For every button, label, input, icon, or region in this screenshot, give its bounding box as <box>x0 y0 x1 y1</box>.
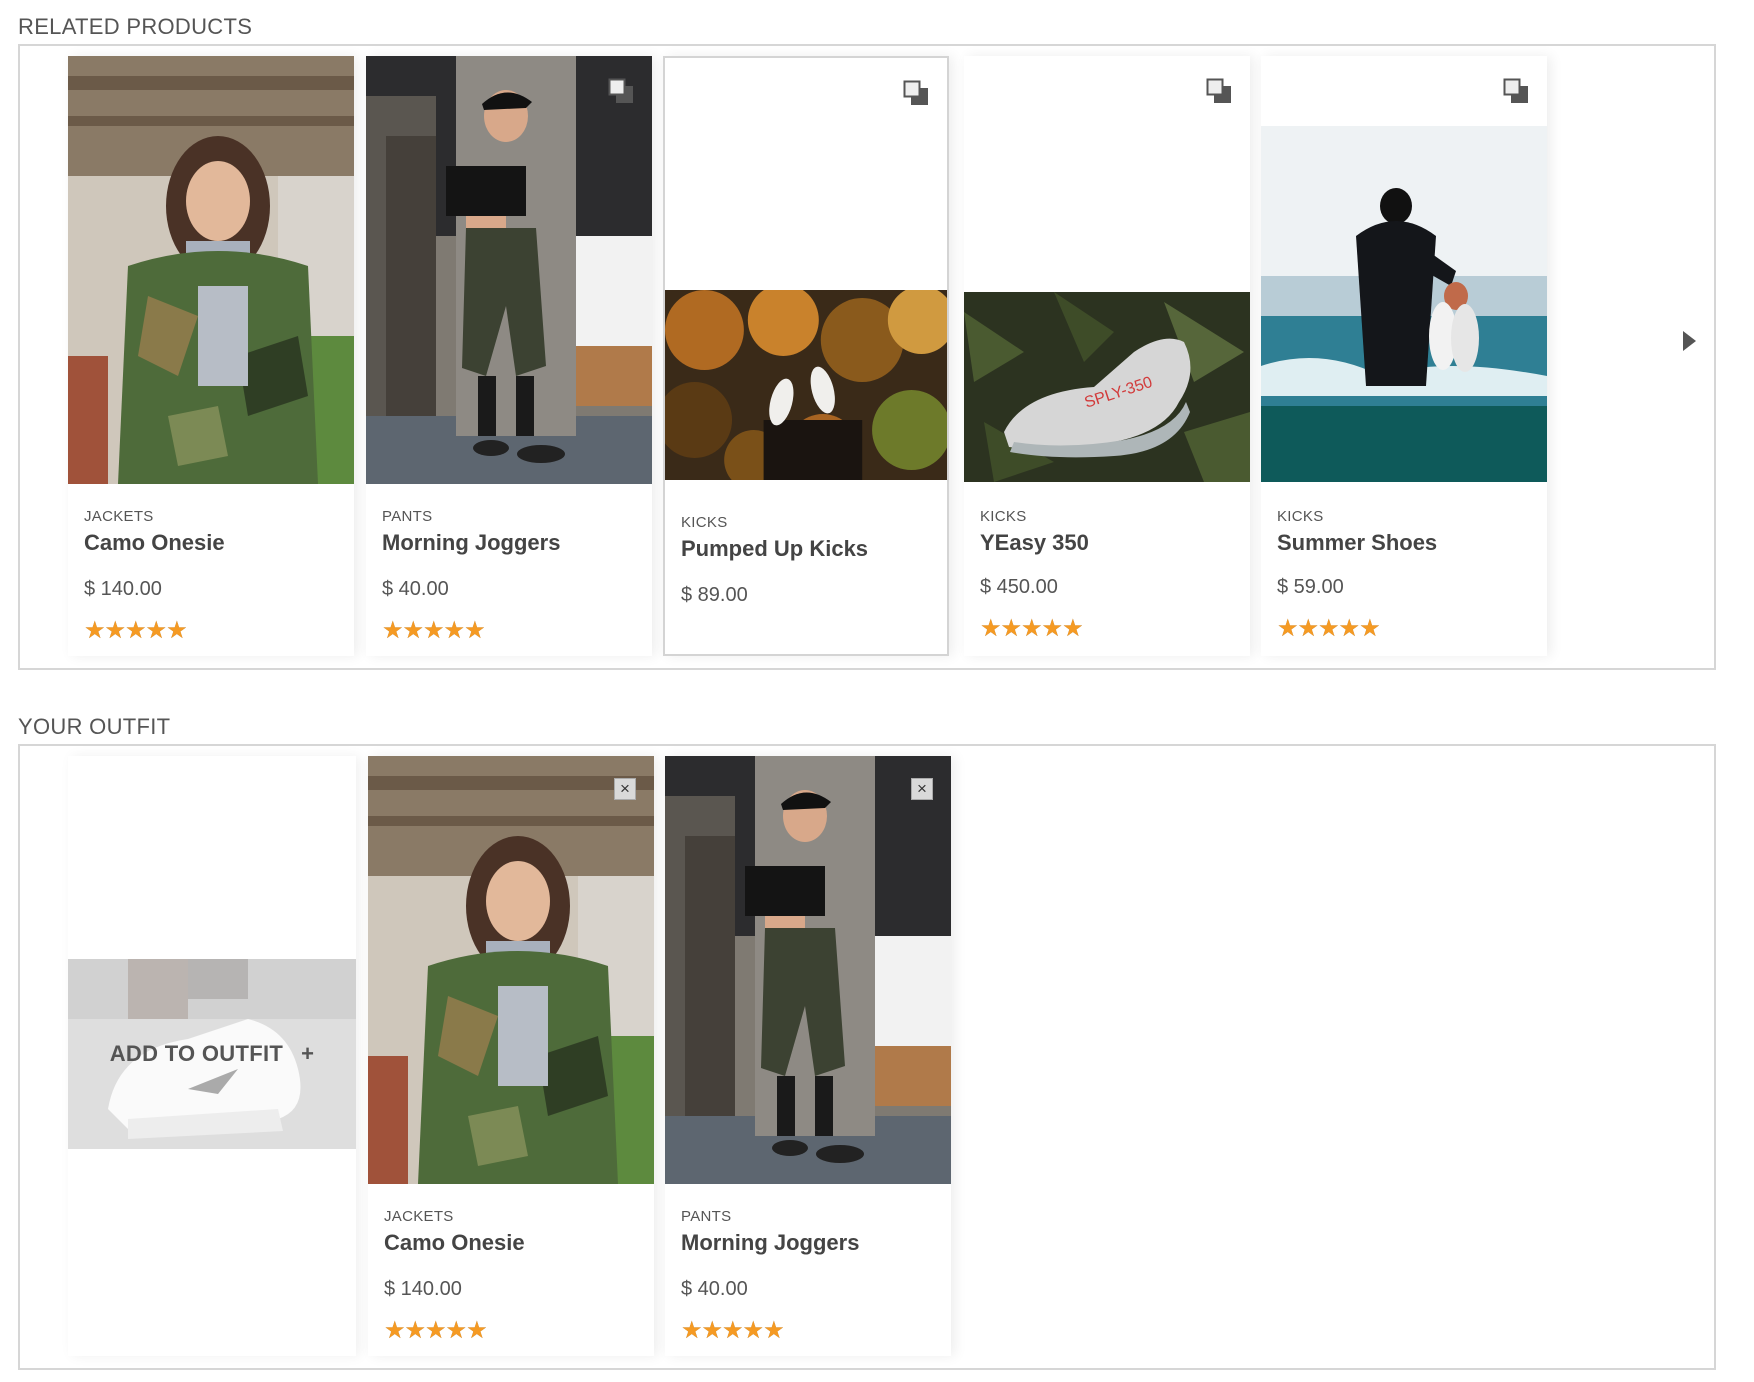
card-info: KICKS YEasy 350 $ 450.00 ★★★★★ ★★★★★ <box>980 508 1240 641</box>
product-image-camo-onesie <box>368 756 654 1184</box>
star-rating: ★★★★★ ★★★★★ <box>384 1319 644 1343</box>
product-category: PANTS <box>382 508 433 525</box>
chevron-right-icon[interactable] <box>1681 330 1697 352</box>
product-image-morning-joggers <box>366 56 652 484</box>
related-card-summer-shoes[interactable]: KICKS Summer Shoes $ 59.00 ★★★★★ ★★★★★ <box>1261 56 1547 656</box>
star-rating: ★★★★★ ★★★★★ <box>84 619 344 643</box>
add-to-outfit-card[interactable]: ADD TO OUTFIT + <box>68 756 356 1356</box>
product-price: $ 40.00 <box>382 578 449 600</box>
star-icons-filled: ★★★★★ <box>382 619 486 643</box>
product-price: $ 140.00 <box>84 578 162 600</box>
related-card-yeasy-350[interactable]: SPLY-350 KICKS YEasy 350 $ 450.00 ★★★★★ ★… <box>964 56 1250 656</box>
product-image-yeasy-350: SPLY-350 <box>964 292 1250 482</box>
product-price: $ 140.00 <box>384 1278 462 1300</box>
product-price: $ 89.00 <box>681 584 748 606</box>
star-rating: ★★★★★ ★★★★★ <box>1277 617 1537 641</box>
plus-icon: + <box>301 1041 315 1066</box>
product-category: KICKS <box>980 508 1027 525</box>
close-icon[interactable]: × <box>911 778 933 800</box>
card-info: KICKS Pumped Up Kicks $ 89.00 <box>681 514 937 607</box>
outfit-card-camo-onesie[interactable]: × JACKETS Camo Onesie $ 140.00 ★★★★★ ★★★★… <box>368 756 654 1356</box>
related-card-camo-onesie[interactable]: JACKETS Camo Onesie $ 140.00 ★★★★★ ★★★★★ <box>68 56 354 656</box>
compare-icon[interactable] <box>608 78 634 104</box>
product-category: PANTS <box>681 1208 732 1225</box>
star-icons-filled: ★★★★★ <box>384 1319 488 1343</box>
product-image-summer-shoes <box>1261 126 1547 482</box>
card-info: JACKETS Camo Onesie $ 140.00 ★★★★★ ★★★★★ <box>84 508 344 643</box>
product-name[interactable]: Camo Onesie <box>84 530 344 556</box>
star-rating: ★★★★★ ★★★★★ <box>382 619 642 643</box>
product-category: KICKS <box>681 514 728 531</box>
related-card-morning-joggers[interactable]: PANTS Morning Joggers $ 40.00 ★★★★★ ★★★★★ <box>366 56 652 656</box>
star-rating: ★★★★★ ★★★★★ <box>681 1319 941 1343</box>
star-rating: ★★★★★ ★★★★★ <box>980 617 1240 641</box>
product-name[interactable]: Morning Joggers <box>382 530 642 556</box>
card-info: JACKETS Camo Onesie $ 140.00 ★★★★★ ★★★★★ <box>384 1208 644 1343</box>
product-name[interactable]: YEasy 350 <box>980 530 1240 556</box>
add-to-outfit-text: ADD TO OUTFIT <box>109 1041 284 1066</box>
product-category: JACKETS <box>84 508 154 525</box>
star-icons-filled: ★★★★★ <box>681 1319 785 1343</box>
product-price: $ 450.00 <box>980 576 1058 598</box>
star-icons-filled: ★★★★★ <box>1277 617 1381 641</box>
your-outfit-title: YOUR OUTFIT <box>18 714 171 739</box>
related-card-pumped-up-kicks[interactable]: KICKS Pumped Up Kicks $ 89.00 <box>663 56 949 656</box>
product-name[interactable]: Summer Shoes <box>1277 530 1537 556</box>
product-image-camo-onesie <box>68 56 354 484</box>
related-products-title: RELATED PRODUCTS <box>18 14 253 39</box>
card-info: PANTS Morning Joggers $ 40.00 ★★★★★ ★★★★★ <box>681 1208 941 1343</box>
product-price: $ 59.00 <box>1277 576 1344 598</box>
card-info: PANTS Morning Joggers $ 40.00 ★★★★★ ★★★★★ <box>382 508 642 643</box>
star-icons-filled: ★★★★★ <box>84 619 188 643</box>
product-category: JACKETS <box>384 1208 454 1225</box>
card-info: KICKS Summer Shoes $ 59.00 ★★★★★ ★★★★★ <box>1277 508 1537 641</box>
close-icon[interactable]: × <box>614 778 636 800</box>
page: RELATED PRODUCTS JACKETS Camo Onesie $ 1… <box>0 0 1754 1382</box>
add-to-outfit-label[interactable]: ADD TO OUTFIT + <box>68 1041 356 1067</box>
compare-icon[interactable] <box>1206 78 1232 104</box>
product-name[interactable]: Camo Onesie <box>384 1230 644 1256</box>
product-image-morning-joggers <box>665 756 951 1184</box>
product-image-pumped-up-kicks <box>665 290 947 480</box>
product-price: $ 40.00 <box>681 1278 748 1300</box>
product-name[interactable]: Pumped Up Kicks <box>681 536 937 562</box>
compare-icon[interactable] <box>903 80 929 106</box>
product-category: KICKS <box>1277 508 1324 525</box>
product-name[interactable]: Morning Joggers <box>681 1230 941 1256</box>
outfit-card-morning-joggers[interactable]: × PANTS Morning Joggers $ 40.00 ★★★★★ ★★★… <box>665 756 951 1356</box>
compare-icon[interactable] <box>1503 78 1529 104</box>
star-icons-filled: ★★★★★ <box>980 617 1084 641</box>
